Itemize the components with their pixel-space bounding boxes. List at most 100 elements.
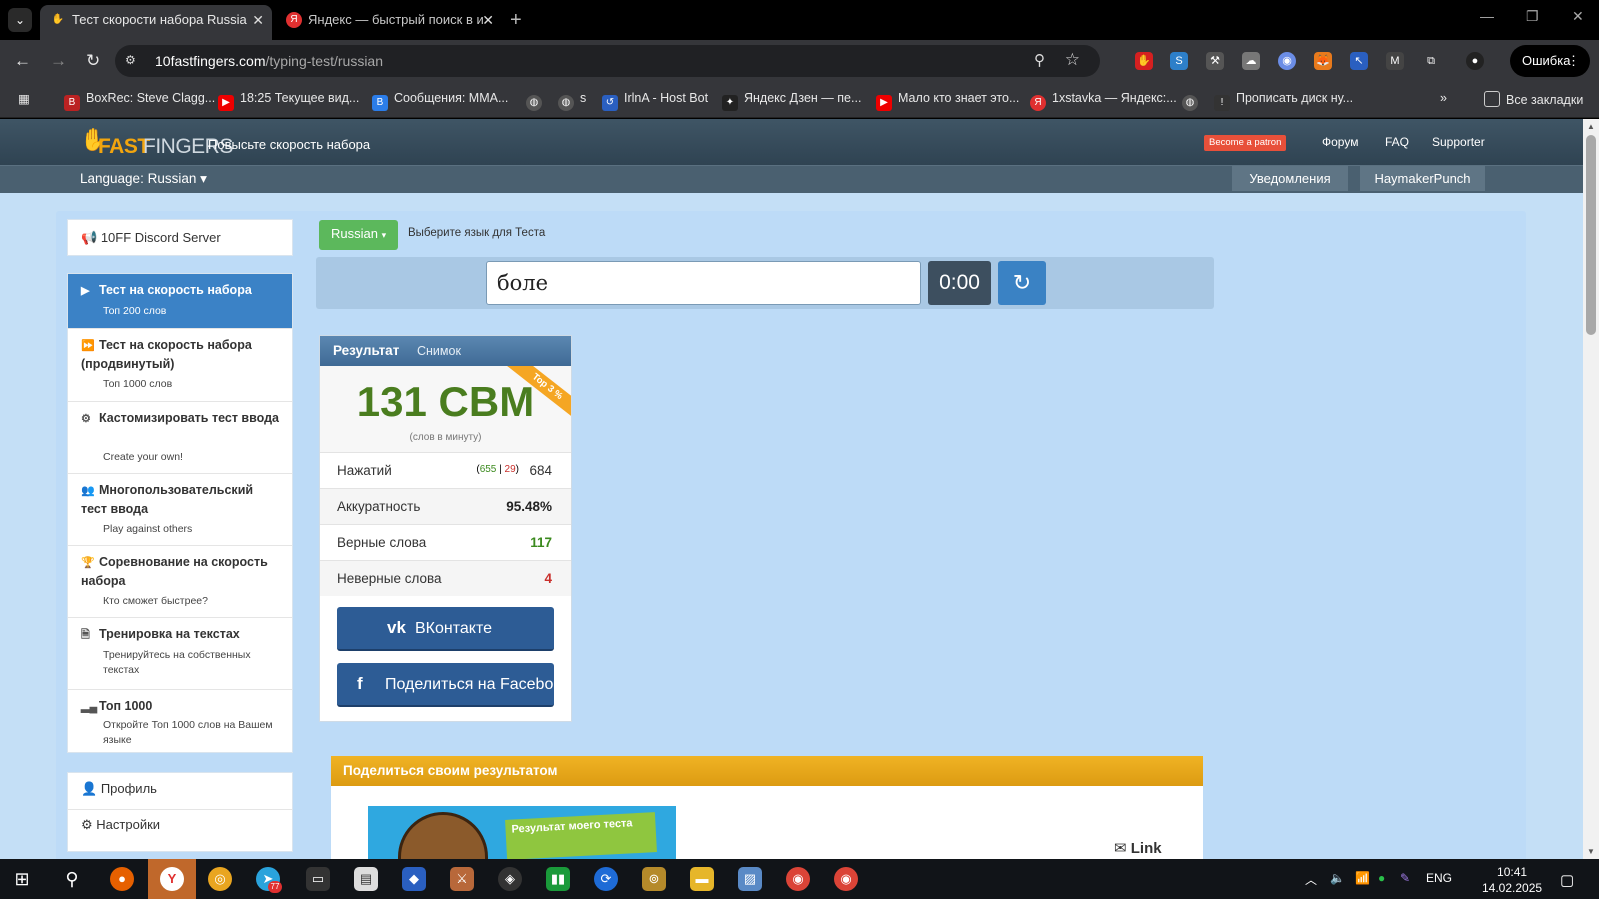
volume-icon[interactable]: 🔈 xyxy=(1330,871,1345,885)
search-icon[interactable]: ⚲ xyxy=(60,867,84,891)
bitcoin-wallet-icon[interactable]: ◈ xyxy=(498,867,522,891)
terminal-icon[interactable]: ▭ xyxy=(306,867,330,891)
supporter-link[interactable]: Supporter xyxy=(1432,135,1485,149)
chrome-profile-icon[interactable]: ◉ xyxy=(834,867,858,891)
scroll-thumb[interactable] xyxy=(1586,135,1596,335)
bookmark-item[interactable]: В Сообщения: MMA... xyxy=(372,91,508,111)
new-tab-button[interactable]: + xyxy=(510,6,522,34)
input-language[interactable]: ENG xyxy=(1426,871,1452,885)
chrome-color-icon[interactable]: ◎ xyxy=(208,867,232,891)
diamond-app-icon[interactable]: ◆ xyxy=(402,867,426,891)
m-extension-icon[interactable]: M xyxy=(1386,52,1404,70)
all-bookmarks-folder[interactable]: Все закладки xyxy=(1484,91,1583,107)
tab-search-button[interactable]: ⌄ xyxy=(8,8,32,32)
language-hint: Выберите язык для Теста xyxy=(408,227,546,239)
bookmark-item[interactable]: ◍ xyxy=(1182,91,1204,111)
bookmark-item[interactable]: ✦ Яндекс Дзен — пе... xyxy=(722,91,861,111)
reload-icon[interactable]: ↻ xyxy=(86,50,100,72)
settings-link[interactable]: ⚙ Настройки xyxy=(81,817,160,833)
sidebar-item-custom-test[interactable]: ⚙ Кастомизировать тест ввода Create your … xyxy=(68,402,292,474)
notifications-button[interactable]: Уведомления xyxy=(1232,166,1348,191)
sidebar-item-advanced-test[interactable]: ⏩ Тест на скорость набора (продвинутый) Т… xyxy=(68,329,292,402)
cursor-extension-icon[interactable]: ↖ xyxy=(1350,52,1368,70)
user-menu-button[interactable]: HaymakerPunch xyxy=(1360,166,1485,191)
sidebar-item-text-practice[interactable]: 🗎 Тренировка на текстах Тренируйтесь на с… xyxy=(68,618,292,690)
coins-app-icon[interactable]: ⊚ xyxy=(642,867,666,891)
close-window-icon[interactable]: ✕ xyxy=(1572,8,1584,25)
tab-yandex[interactable]: Я Яндекс — быстрый поиск в ин ✕ xyxy=(276,5,502,40)
minimize-icon[interactable]: — xyxy=(1480,8,1494,24)
puzzle-helper-extension-icon[interactable]: ⚒ xyxy=(1206,52,1224,70)
globe-app-icon[interactable]: ⟳ xyxy=(594,867,618,891)
cogs-icon: ⚙ xyxy=(81,413,91,425)
url-text[interactable]: 10fastfingers.com/typing-test/russian xyxy=(155,53,383,69)
xbox-icon[interactable]: ● xyxy=(1378,871,1385,885)
s-extension-icon[interactable]: S xyxy=(1170,52,1188,70)
bookmark-item[interactable]: B BoxRec: Steve Clagg... xyxy=(64,91,215,111)
adblock-extension-icon[interactable]: ✋ xyxy=(1135,52,1153,70)
page-scrollbar[interactable]: ▲ ▼ xyxy=(1583,119,1599,859)
close-tab-icon[interactable]: ✕ xyxy=(482,5,494,35)
sidebar-item-top1000[interactable]: ▂▄ Топ 1000 Откройте Топ 1000 слов на Ваш… xyxy=(68,690,292,754)
tray-chevron-up-icon[interactable]: ︿ xyxy=(1305,871,1317,888)
file-explorer-icon[interactable]: ▬ xyxy=(690,867,714,891)
yandex-browser-icon[interactable]: Y xyxy=(160,867,184,891)
extensions-puzzle-icon[interactable]: ⧉ xyxy=(1422,52,1440,70)
windows-start-icon[interactable]: ⊞ xyxy=(10,867,34,891)
sidebar-item-multiplayer[interactable]: 👥 Многопользовательский тест ввода Play a… xyxy=(68,474,292,546)
globe-icon: ◍ xyxy=(526,95,542,111)
circle-extension-icon[interactable]: ◉ xyxy=(1278,52,1296,70)
close-tab-icon[interactable]: ✕ xyxy=(252,5,264,35)
bookmark-item[interactable]: ↺ IrlnA - Host Bot xyxy=(602,91,708,111)
url-bar[interactable]: ⚙ 10fastfingers.com/typing-test/russian … xyxy=(115,45,1100,77)
typing-input[interactable] xyxy=(486,261,921,305)
bookmark-item[interactable]: ◍ s xyxy=(558,91,586,111)
zoom-icon[interactable]: ⚲ xyxy=(1034,51,1045,69)
tab-typing-test[interactable]: ✋ Тест скорости набора Russian ✕ xyxy=(40,5,272,40)
share-image[interactable]: Результат моего теста xyxy=(368,806,676,859)
restart-test-button[interactable]: ↻ xyxy=(998,261,1046,305)
tab-result[interactable]: Результат xyxy=(333,343,399,358)
profile-link[interactable]: 👤 Профиль xyxy=(81,781,157,797)
sidebar-item-typing-test[interactable]: ▶ Тест на скорость набора Топ 200 слов xyxy=(68,274,292,329)
share-facebook-button[interactable]: f Поделиться на Facebook xyxy=(337,663,554,707)
faq-link[interactable]: FAQ xyxy=(1385,135,1409,149)
bookmark-item[interactable]: ▶ 18:25 Текущее вид... xyxy=(218,91,359,111)
sidebar-item-competition[interactable]: 🏆 Соревнование на скорость набора Кто смо… xyxy=(68,546,292,618)
firefox-icon[interactable]: ● xyxy=(110,867,134,891)
restore-icon[interactable]: ❐ xyxy=(1526,8,1539,25)
window-app-icon[interactable]: ▤ xyxy=(354,867,378,891)
notifications-icon[interactable]: ▢ xyxy=(1560,871,1574,889)
cloud-extension-icon[interactable]: ☁ xyxy=(1242,52,1260,70)
bookmark-item[interactable]: Я 1xstavka — Яндекс:... xyxy=(1030,91,1177,111)
bookmark-star-icon[interactable]: ☆ xyxy=(1065,50,1080,70)
more-bookmarks-icon[interactable]: » xyxy=(1440,91,1447,105)
game-app-icon[interactable]: ⚔ xyxy=(450,867,474,891)
bookmark-item[interactable]: ǃ Прописать диск ну... xyxy=(1214,91,1353,111)
wifi-icon[interactable]: 📶 xyxy=(1355,871,1370,885)
tab-snapshot[interactable]: Снимок xyxy=(417,344,461,358)
forum-link[interactable]: Форум xyxy=(1322,135,1358,149)
pen-icon[interactable]: ✎ xyxy=(1400,871,1410,885)
system-clock[interactable]: 10:41 14.02.2025 xyxy=(1482,864,1542,896)
bot-icon: ↺ xyxy=(602,95,618,111)
browser-error-button[interactable]: Ошибка ⋮ xyxy=(1510,45,1590,77)
photos-app-icon[interactable]: ▨ xyxy=(738,867,762,891)
site-info-icon[interactable]: ⚙ xyxy=(125,53,141,69)
chrome-icon[interactable]: ◉ xyxy=(786,867,810,891)
forward-arrow-icon[interactable]: → xyxy=(50,50,67,72)
bookmark-item[interactable]: ▶ Мало кто знает это... xyxy=(876,91,1019,111)
chart-app-icon[interactable]: ▮▮ xyxy=(546,867,570,891)
profile-avatar-icon[interactable]: ● xyxy=(1466,52,1484,70)
test-language-button[interactable]: Russian ▾ xyxy=(319,220,398,250)
language-dropdown[interactable]: Language: Russian ▾ xyxy=(80,171,207,187)
share-vk-button[interactable]: vk ВКонтакте xyxy=(337,607,554,651)
bookmark-item[interactable]: ◍ xyxy=(526,91,548,111)
back-arrow-icon[interactable]: ← xyxy=(14,50,31,72)
share-link[interactable]: ✉ Link xyxy=(1114,839,1162,857)
discord-link[interactable]: 📢 10FF Discord Server xyxy=(67,219,293,256)
patron-button[interactable]: Become a patron xyxy=(1204,135,1287,151)
apps-grid-icon[interactable]: ▦ xyxy=(18,91,30,106)
share-panel: Поделиться своим результатом Результат м… xyxy=(331,756,1203,859)
fox-extension-icon[interactable]: 🦊 xyxy=(1314,52,1332,70)
